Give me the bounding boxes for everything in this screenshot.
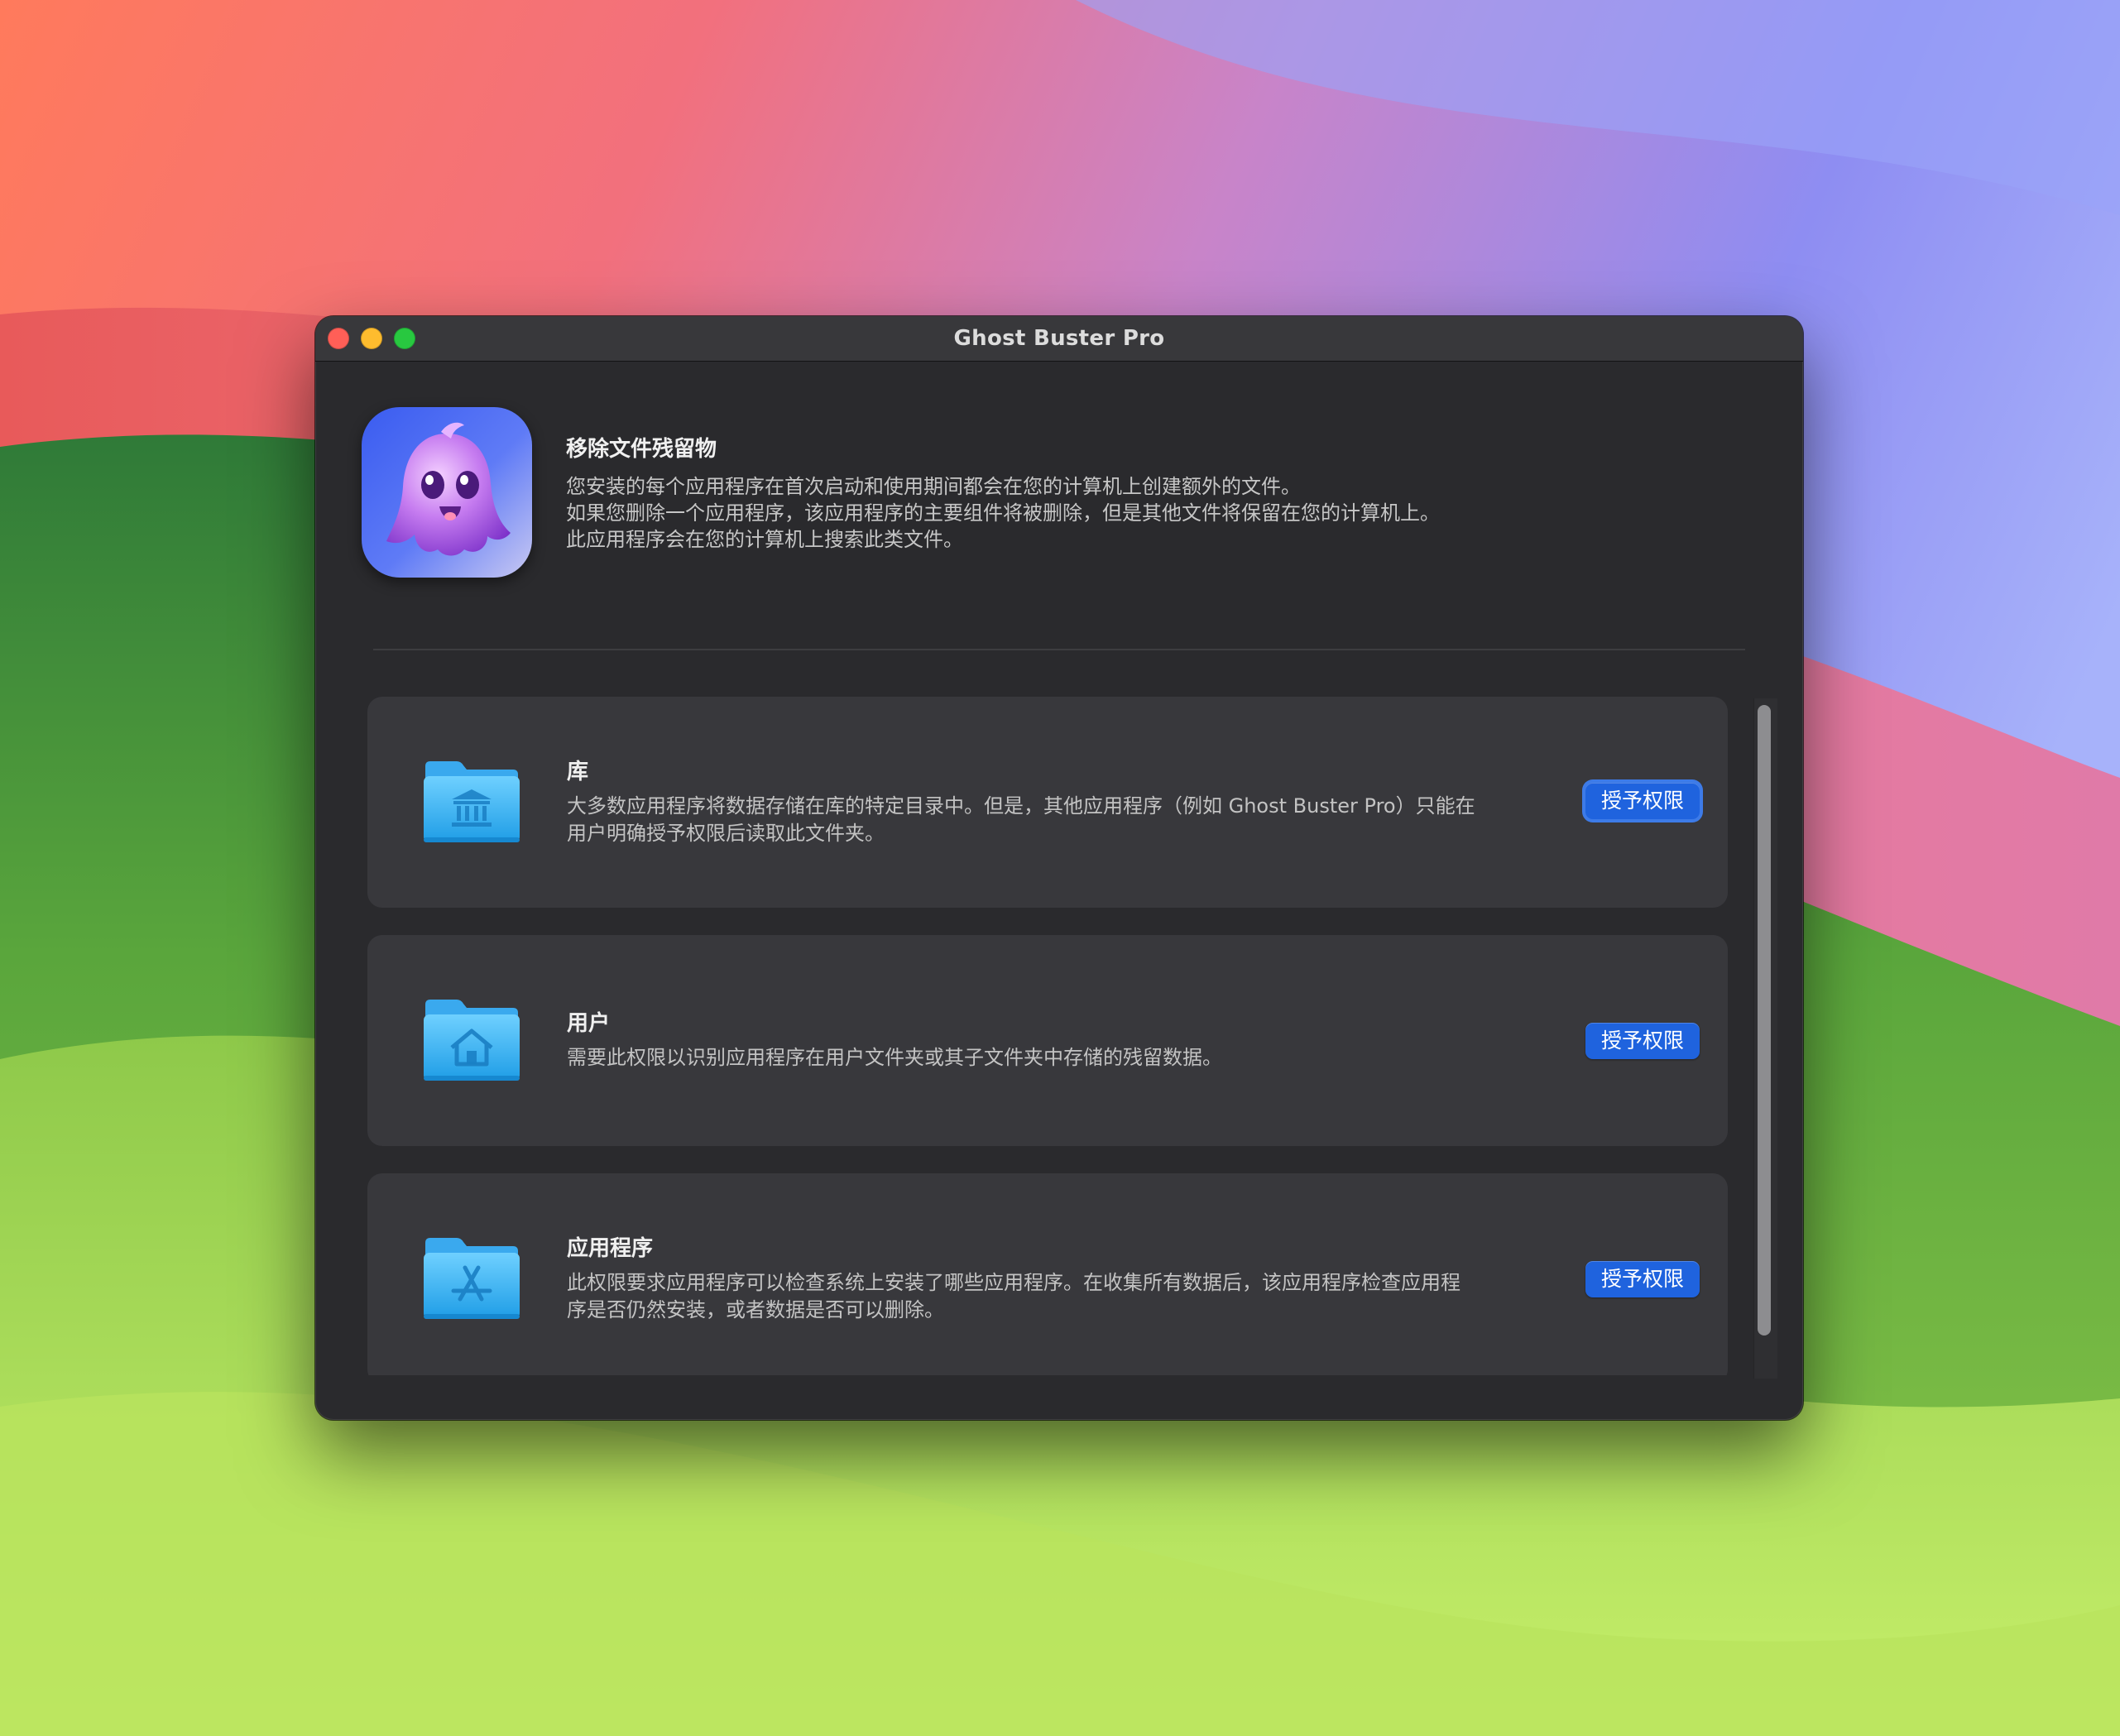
permission-description: 大多数应用程序将数据存储在库的特定目录中。但是，其他应用程序（例如 Ghost … (567, 793, 1560, 847)
header-description-line: 您安装的每个应用程序在首次启动和使用期间都会在您的计算机上创建额外的文件。 (566, 475, 1301, 498)
permission-title: 用户 (567, 1011, 611, 1036)
grant-library-permission-button[interactable]: 授予权限 (1585, 783, 1700, 819)
permissions-list[interactable]: 库 大多数应用程序将数据存储在库的特定目录中。但是，其他应用程序（例如 Ghos… (367, 697, 1728, 1375)
permission-description: 此权限要求应用程序可以检查系统上安装了哪些应用程序。在收集所有数据后，该应用程序… (567, 1269, 1560, 1324)
library-folder-icon (422, 760, 521, 846)
header-title: 移除文件残留物 (566, 437, 717, 462)
grant-user-permission-button[interactable]: 授予权限 (1585, 1023, 1700, 1059)
window-title: Ghost Buster Pro (953, 326, 1165, 351)
header-description-line: 此应用程序会在您的计算机上搜索此类文件。 (566, 528, 963, 551)
grant-applications-permission-button[interactable]: 授予权限 (1585, 1261, 1700, 1297)
permission-description-line: 用户明确授予权限后读取此文件夹。 (567, 822, 885, 845)
permission-title: 库 (567, 760, 589, 784)
app-window: Ghost Buster Pro 移除文件残留物 您安装的每个应用程序在首次启动… (315, 316, 1803, 1420)
permission-description: 需要此权限以识别应用程序在用户文件夹或其子文件夹中存储的残留数据。 (567, 1044, 1560, 1072)
permission-description-line: 此权限要求应用程序可以检查系统上安装了哪些应用程序。在收集所有数据后，该应用程序… (567, 1271, 1460, 1294)
permission-description-line: 需要此权限以识别应用程序在用户文件夹或其子文件夹中存储的残留数据。 (567, 1046, 1222, 1069)
header-description-line: 如果您删除一个应用程序，该应用程序的主要组件将被删除，但是其他文件将保留在您的计… (566, 501, 1440, 525)
permission-card-user: 用户 需要此权限以识别应用程序在用户文件夹或其子文件夹中存储的残留数据。 授予权… (367, 935, 1728, 1146)
permission-description-line: 序是否仍然安装，或者数据是否可以删除。 (567, 1298, 944, 1321)
title-bar[interactable]: Ghost Buster Pro (315, 316, 1803, 362)
ghost-app-icon (362, 407, 532, 578)
header-description: 您安装的每个应用程序在首次启动和使用期间都会在您的计算机上创建额外的文件。 如果… (566, 473, 1724, 553)
permission-title: 应用程序 (567, 1236, 654, 1261)
permission-card-applications: 应用程序 此权限要求应用程序可以检查系统上安装了哪些应用程序。在收集所有数据后，… (367, 1173, 1728, 1375)
permission-card-library: 库 大多数应用程序将数据存储在库的特定目录中。但是，其他应用程序（例如 Ghos… (367, 697, 1728, 908)
header-divider (373, 649, 1745, 650)
home-folder-icon (422, 998, 521, 1084)
permission-description-line: 大多数应用程序将数据存储在库的特定目录中。但是，其他应用程序（例如 Ghost … (567, 794, 1475, 818)
applications-folder-icon (422, 1236, 521, 1322)
scrollbar-thumb[interactable] (1758, 705, 1771, 1336)
